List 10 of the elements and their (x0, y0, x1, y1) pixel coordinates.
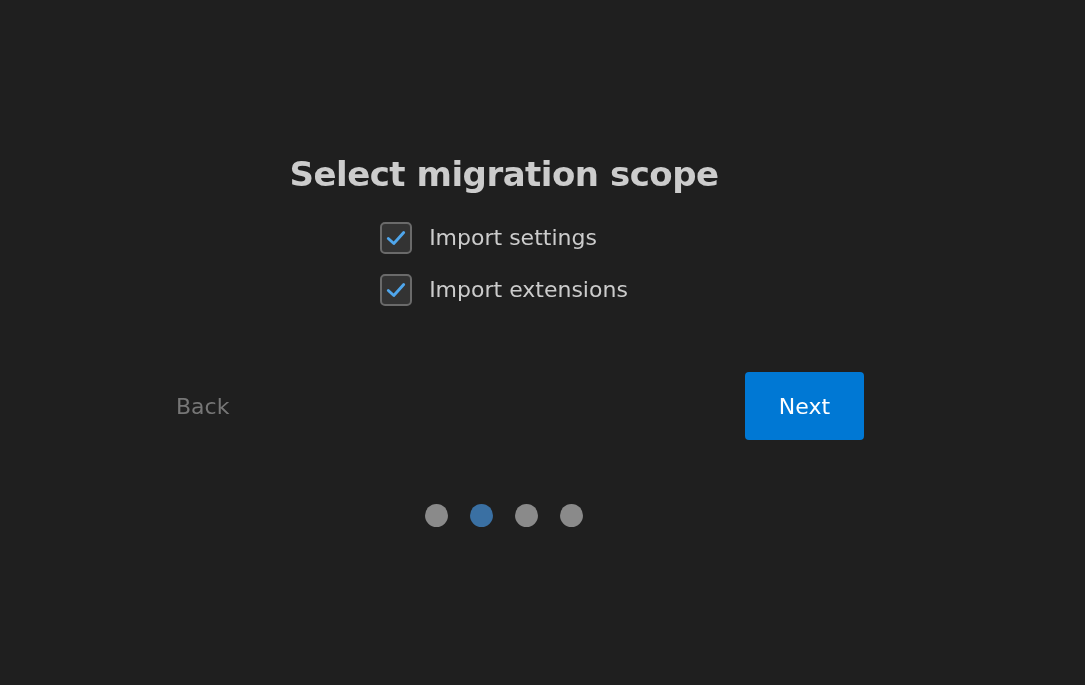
step-dot[interactable] (560, 504, 583, 527)
next-button[interactable]: Next (745, 372, 864, 440)
page-title: Select migration scope (289, 153, 719, 196)
step-dot[interactable] (515, 504, 538, 527)
checkbox-label: Import extensions (429, 276, 628, 304)
step-dot[interactable] (425, 504, 448, 527)
checkbox-label: Import settings (429, 224, 597, 252)
checkbox[interactable] (380, 222, 413, 254)
checkbox[interactable] (380, 274, 413, 306)
step-dot[interactable] (470, 504, 493, 527)
